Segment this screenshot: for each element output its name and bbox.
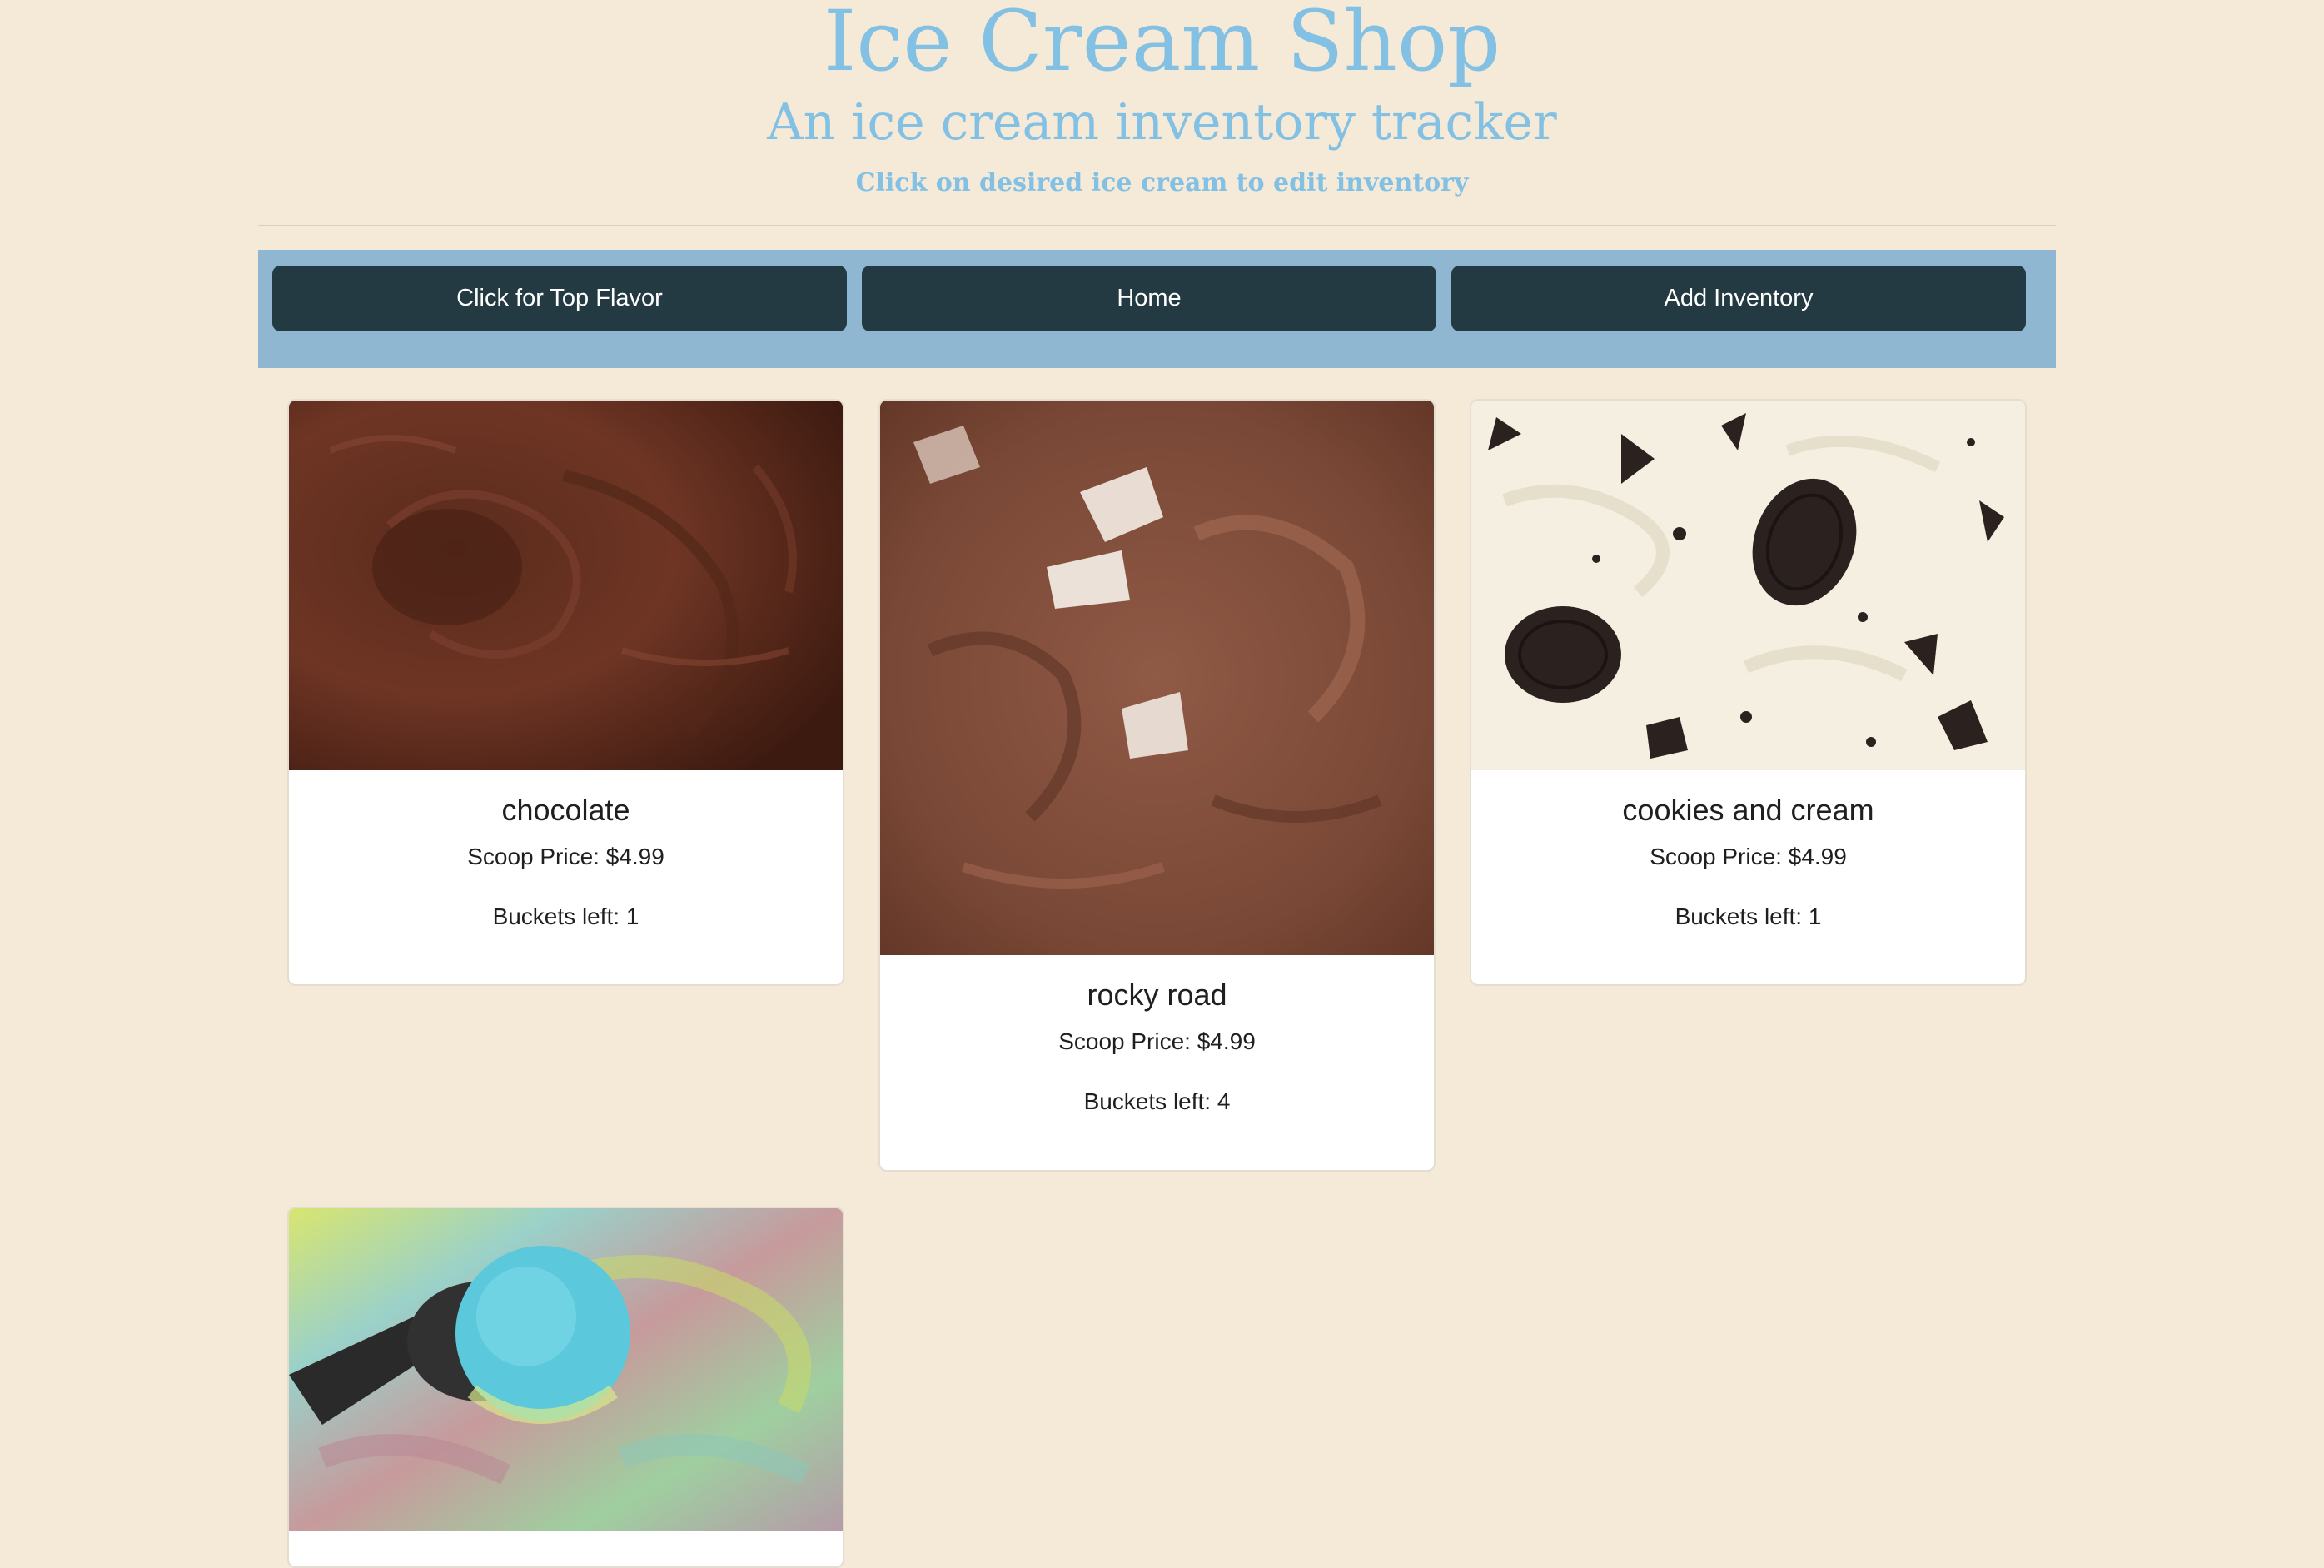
add-inventory-button[interactable]: Add Inventory xyxy=(1451,266,2026,331)
page-subtitle: An ice cream inventory tracker xyxy=(767,93,1557,152)
page-instructions: Click on desired ice cream to edit inven… xyxy=(855,168,1469,197)
buckets-left: Buckets left: 1 xyxy=(492,903,639,929)
chocolate-details: chocolate Scoop Price: $4.99 Buckets lef… xyxy=(289,770,843,932)
scoop-price: Scoop Price: $4.99 xyxy=(1058,1028,1256,1054)
home-button[interactable]: Home xyxy=(862,266,1436,331)
buckets-left: Buckets left: 1 xyxy=(1675,903,1822,929)
flavor-card-chocolate[interactable]: chocolate Scoop Price: $4.99 Buckets lef… xyxy=(287,399,844,986)
flavor-card-rainbow[interactable] xyxy=(287,1207,844,1568)
rocky-road-details: rocky road Scoop Price: $4.99 Buckets le… xyxy=(880,955,1434,1117)
flavor-name: chocolate xyxy=(501,793,630,827)
flavor-name: rocky road xyxy=(1087,978,1227,1012)
cookies-and-cream-image xyxy=(1471,401,2025,770)
flavor-name: cookies and cream xyxy=(1622,793,1874,827)
rainbow-ice-cream-image xyxy=(289,1208,843,1536)
top-flavor-button[interactable]: Click for Top Flavor xyxy=(272,266,847,331)
page-title: Ice Cream Shop xyxy=(823,0,1501,90)
chocolate-image xyxy=(289,401,843,770)
rocky-road-image xyxy=(880,401,1434,955)
flavor-card-cookies-and-cream[interactable]: cookies and cream Scoop Price: $4.99 Buc… xyxy=(1470,399,2027,986)
buckets-left: Buckets left: 4 xyxy=(1083,1088,1231,1114)
flavor-card-rocky-road[interactable]: rocky road Scoop Price: $4.99 Buckets le… xyxy=(878,399,1436,1172)
scoop-price: Scoop Price: $4.99 xyxy=(1650,844,1847,869)
header-divider xyxy=(258,225,2056,226)
nav-bar: Click for Top Flavor Home Add Inventory xyxy=(258,250,2056,368)
cookies-and-cream-details: cookies and cream Scoop Price: $4.99 Buc… xyxy=(1471,770,2025,932)
scoop-price: Scoop Price: $4.99 xyxy=(467,844,664,869)
